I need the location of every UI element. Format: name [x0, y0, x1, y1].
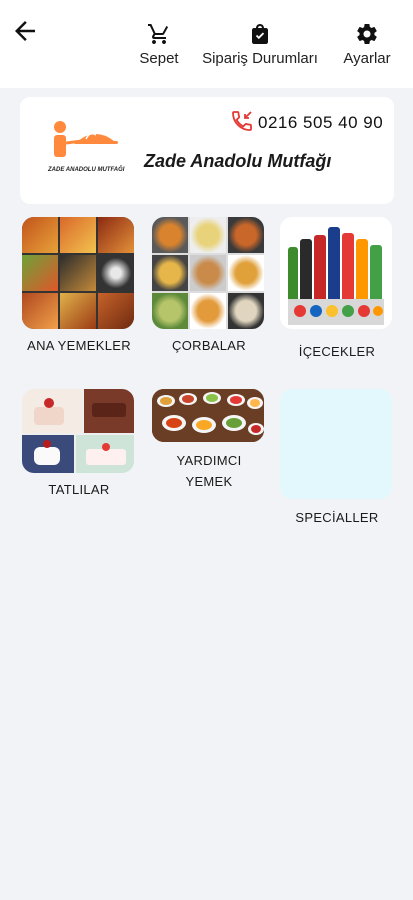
category-label: SPECİALLER	[295, 510, 379, 525]
phone-number[interactable]: 0216 505 40 90	[258, 113, 383, 133]
side-dishes-image	[152, 389, 264, 442]
restaurant-name: Zade Anadolu Mutfağı	[144, 151, 332, 171]
shopping-bag-icon	[252, 24, 268, 44]
logo-text: ZADE ANADOLU MUTFAĞI	[48, 167, 125, 173]
restaurant-info-card: ZADE ANADOLU MUTFAĞI 0216 505 40 90 Zade…	[20, 97, 394, 204]
specials-image	[280, 389, 392, 499]
category-label: İÇECEKLER	[298, 344, 376, 359]
order-status-button[interactable]: Sipariş Durumları	[190, 22, 330, 67]
category-drinks[interactable]: İÇECEKLER	[280, 217, 394, 362]
gear-icon	[357, 24, 377, 45]
top-app-bar: Sepet Sipariş Durumları Ayarlar	[0, 0, 413, 88]
settings-label: Ayarlar	[343, 50, 391, 67]
category-main-dishes[interactable]: ANA YEMEKLER	[22, 217, 136, 356]
category-specials[interactable]: SPECİALLER	[280, 389, 394, 528]
category-label: ÇORBALAR	[172, 338, 246, 353]
desserts-image	[22, 389, 134, 473]
category-label: TATLILAR	[48, 482, 110, 497]
cart-icon	[148, 24, 169, 44]
category-label: YARDIMCI YEMEK	[176, 453, 242, 489]
category-desserts[interactable]: TATLILAR	[22, 389, 136, 500]
order-status-label: Sipariş Durumları	[202, 50, 318, 67]
drinks-image	[280, 217, 392, 329]
main-dishes-image	[22, 217, 134, 329]
cart-button[interactable]: Sepet	[135, 22, 183, 67]
soups-image	[152, 217, 264, 329]
category-soups[interactable]: ÇORBALAR	[152, 217, 266, 356]
cart-label: Sepet	[139, 50, 179, 67]
settings-button[interactable]: Ayarlar	[336, 22, 398, 67]
category-side-dishes[interactable]: YARDIMCI YEMEK	[152, 389, 266, 492]
category-label: ANA YEMEKLER	[27, 338, 131, 353]
back-arrow-icon[interactable]	[10, 16, 40, 46]
missed-call-phone-icon[interactable]	[230, 109, 254, 133]
